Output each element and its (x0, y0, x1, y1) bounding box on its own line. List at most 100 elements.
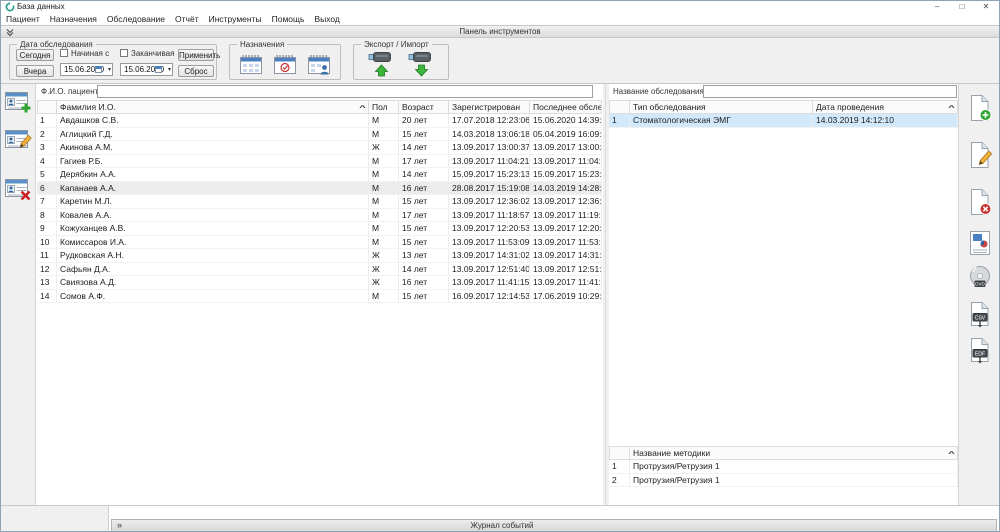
calendar-mini-icon[interactable] (155, 66, 162, 73)
edit-patient-button[interactable] (4, 127, 32, 153)
header-exam-date[interactable]: Дата проведения ^ (813, 100, 958, 114)
add-exam-button[interactable] (967, 94, 993, 122)
exam-table-header: Тип обследования Дата проведения ^ (609, 100, 958, 114)
apply-button[interactable]: Применить (178, 49, 214, 61)
today-button[interactable]: Сегодня (16, 49, 54, 61)
cell-row-number: 1 (609, 460, 630, 474)
header-registered[interactable]: Зарегистрирован (449, 100, 530, 114)
menu-item[interactable]: Назначения (45, 13, 102, 25)
cell-last-exam: 17.06.2019 10:29:58 (530, 290, 602, 304)
patient-row[interactable]: 12 Сафьян Д.А. Ж 14 лет 13.09.2017 12:51… (37, 263, 602, 277)
minimize-button[interactable]: – (925, 1, 949, 13)
calendar-checked-icon[interactable] (272, 53, 298, 77)
patient-row[interactable]: 14 Сомов А.Ф. М 15 лет 16.09.2017 12:14:… (37, 290, 602, 304)
date-to-field[interactable]: 15.06.2020 ▾ (120, 63, 173, 76)
expand-chevron-icon[interactable]: » (117, 520, 122, 531)
cell-registered: 13.09.2017 11:04:21 (449, 155, 530, 169)
menu-item[interactable]: Помощь (267, 13, 310, 25)
exam-row[interactable]: 1 Стоматологическая ЭМГ 14.03.2019 14:12… (609, 114, 958, 128)
menu-item[interactable]: Пациент (1, 13, 45, 25)
cell-registered: 28.08.2017 15:19:08 (449, 182, 530, 196)
cell-age: 15 лет (399, 236, 449, 250)
export-dvd-button[interactable]: DVD (967, 264, 993, 292)
yesterday-button[interactable]: Вчера (16, 65, 54, 77)
patient-row[interactable]: 13 Свиязова А.Д. Ж 16 лет 13.09.2017 11:… (37, 276, 602, 290)
cell-row-number: 13 (37, 276, 57, 290)
menu-item[interactable]: Инструменты (204, 13, 267, 25)
method-row[interactable]: 2 Протрузия/Ретрузия 1 (609, 474, 958, 488)
header-name[interactable]: Фамилия И.О. ^ (57, 100, 369, 114)
checkbox-icon[interactable] (120, 49, 128, 57)
exam-search-label: Название обследования (613, 87, 704, 96)
header-row-number[interactable] (609, 446, 630, 460)
cell-name: Ковалев А.А. (57, 209, 369, 223)
cell-exam-type: Стоматологическая ЭМГ (630, 114, 813, 128)
patient-row[interactable]: 8 Ковалев А.А. М 17 лет 13.09.2017 11:18… (37, 209, 602, 223)
date-from-field[interactable]: 15.06.2020 ▾ (60, 63, 113, 76)
export-csv-button[interactable]: CSV (967, 301, 993, 329)
dropdown-arrow-icon[interactable]: ▾ (108, 64, 111, 76)
date-from-checkbox[interactable]: Начиная с (60, 49, 109, 58)
header-exam-type[interactable]: Тип обследования (630, 100, 813, 114)
cell-registered: 13.09.2017 11:18:57 (449, 209, 530, 223)
menu-item[interactable]: Обследование (102, 13, 170, 25)
svg-text:EDF: EDF (975, 352, 985, 358)
header-row-number[interactable] (609, 100, 630, 114)
header-sex[interactable]: Пол (369, 100, 399, 114)
exam-report-button[interactable] (967, 229, 993, 257)
cell-age: 20 лет (399, 114, 449, 128)
cell-row-number: 10 (37, 236, 57, 250)
patient-row[interactable]: 11 Рудковская А.Н. Ж 13 лет 13.09.2017 1… (37, 249, 602, 263)
exam-search-input[interactable] (703, 85, 957, 98)
cell-name: Свиязова А.Д. (57, 276, 369, 290)
cell-age: 17 лет (399, 155, 449, 169)
header-method-name[interactable]: Название методики ^ (630, 446, 958, 460)
cell-row-number: 11 (37, 249, 57, 263)
collapse-chevron-icon[interactable] (5, 27, 15, 37)
menu-item[interactable]: Выход (309, 13, 344, 25)
add-patient-button[interactable] (4, 89, 32, 115)
method-row[interactable]: 1 Протрузия/Ретрузия 1 (609, 460, 958, 474)
cell-age: 14 лет (399, 141, 449, 155)
checkbox-icon[interactable] (60, 49, 68, 57)
cell-name: Гагиев Р.Б. (57, 155, 369, 169)
delete-patient-button[interactable] (4, 176, 32, 202)
menu-item[interactable]: Отчёт (170, 13, 204, 25)
cell-age: 16 лет (399, 182, 449, 196)
export-usb-icon[interactable] (366, 50, 396, 77)
cell-name: Сомов А.Ф. (57, 290, 369, 304)
maximize-button[interactable]: □ (950, 1, 974, 13)
calendar-mini-icon[interactable] (95, 66, 102, 73)
delete-exam-button[interactable] (967, 188, 993, 216)
patient-row[interactable]: 10 Комиссаров И.А. М 15 лет 13.09.2017 1… (37, 236, 602, 250)
edit-exam-button[interactable] (967, 141, 993, 169)
reset-button[interactable]: Сброс (178, 65, 214, 77)
event-log-bar[interactable]: » Журнал событий (111, 519, 997, 532)
patient-row[interactable]: 6 Капанаев А.А. М 16 лет 28.08.2017 15:1… (37, 182, 602, 196)
patient-row[interactable]: 1 Авдашков С.В. М 20 лет 17.07.2018 12:2… (37, 114, 602, 128)
main-area: Ф.И.О. пациента Фамилия И.О. ^ Пол Возра… (1, 84, 999, 506)
patient-row[interactable]: 7 Каретин М.Л. М 15 лет 13.09.2017 12:36… (37, 195, 602, 209)
header-age[interactable]: Возраст (399, 100, 449, 114)
patient-row[interactable]: 2 Аглицкий Г.Д. М 15 лет 14.03.2018 13:0… (37, 128, 602, 142)
patient-row[interactable]: 9 Кожуханцев А.В. М 15 лет 13.09.2017 12… (37, 222, 602, 236)
cell-sex: М (369, 155, 399, 169)
date-to-checkbox[interactable]: Заканчивая (120, 49, 174, 58)
cell-last-exam: 13.09.2017 13:00:39 (530, 141, 602, 155)
patient-row[interactable]: 5 Дерябкин А.А. М 14 лет 15.09.2017 15:2… (37, 168, 602, 182)
close-button[interactable]: ✕ (974, 1, 998, 13)
cell-registered: 13.09.2017 11:41:15 (449, 276, 530, 290)
cell-sex: М (369, 128, 399, 142)
dropdown-arrow-icon[interactable]: ▾ (168, 64, 171, 76)
import-usb-icon[interactable] (406, 50, 436, 77)
export-edf-button[interactable]: EDF (967, 337, 993, 365)
header-last-exam[interactable]: Последнее обследование (530, 100, 602, 114)
calendar-person-icon[interactable] (306, 53, 332, 77)
patient-row[interactable]: 3 Акинова А.М. Ж 14 лет 13.09.2017 13:00… (37, 141, 602, 155)
header-row-number[interactable] (37, 100, 57, 114)
cell-registered: 14.03.2018 13:06:18 (449, 128, 530, 142)
patient-row[interactable]: 4 Гагиев Р.Б. М 17 лет 13.09.2017 11:04:… (37, 155, 602, 169)
patient-search-input[interactable] (97, 85, 593, 98)
patients-table-header: Фамилия И.О. ^ Пол Возраст Зарегистриров… (37, 100, 602, 114)
calendar-planner-icon[interactable] (238, 53, 264, 77)
